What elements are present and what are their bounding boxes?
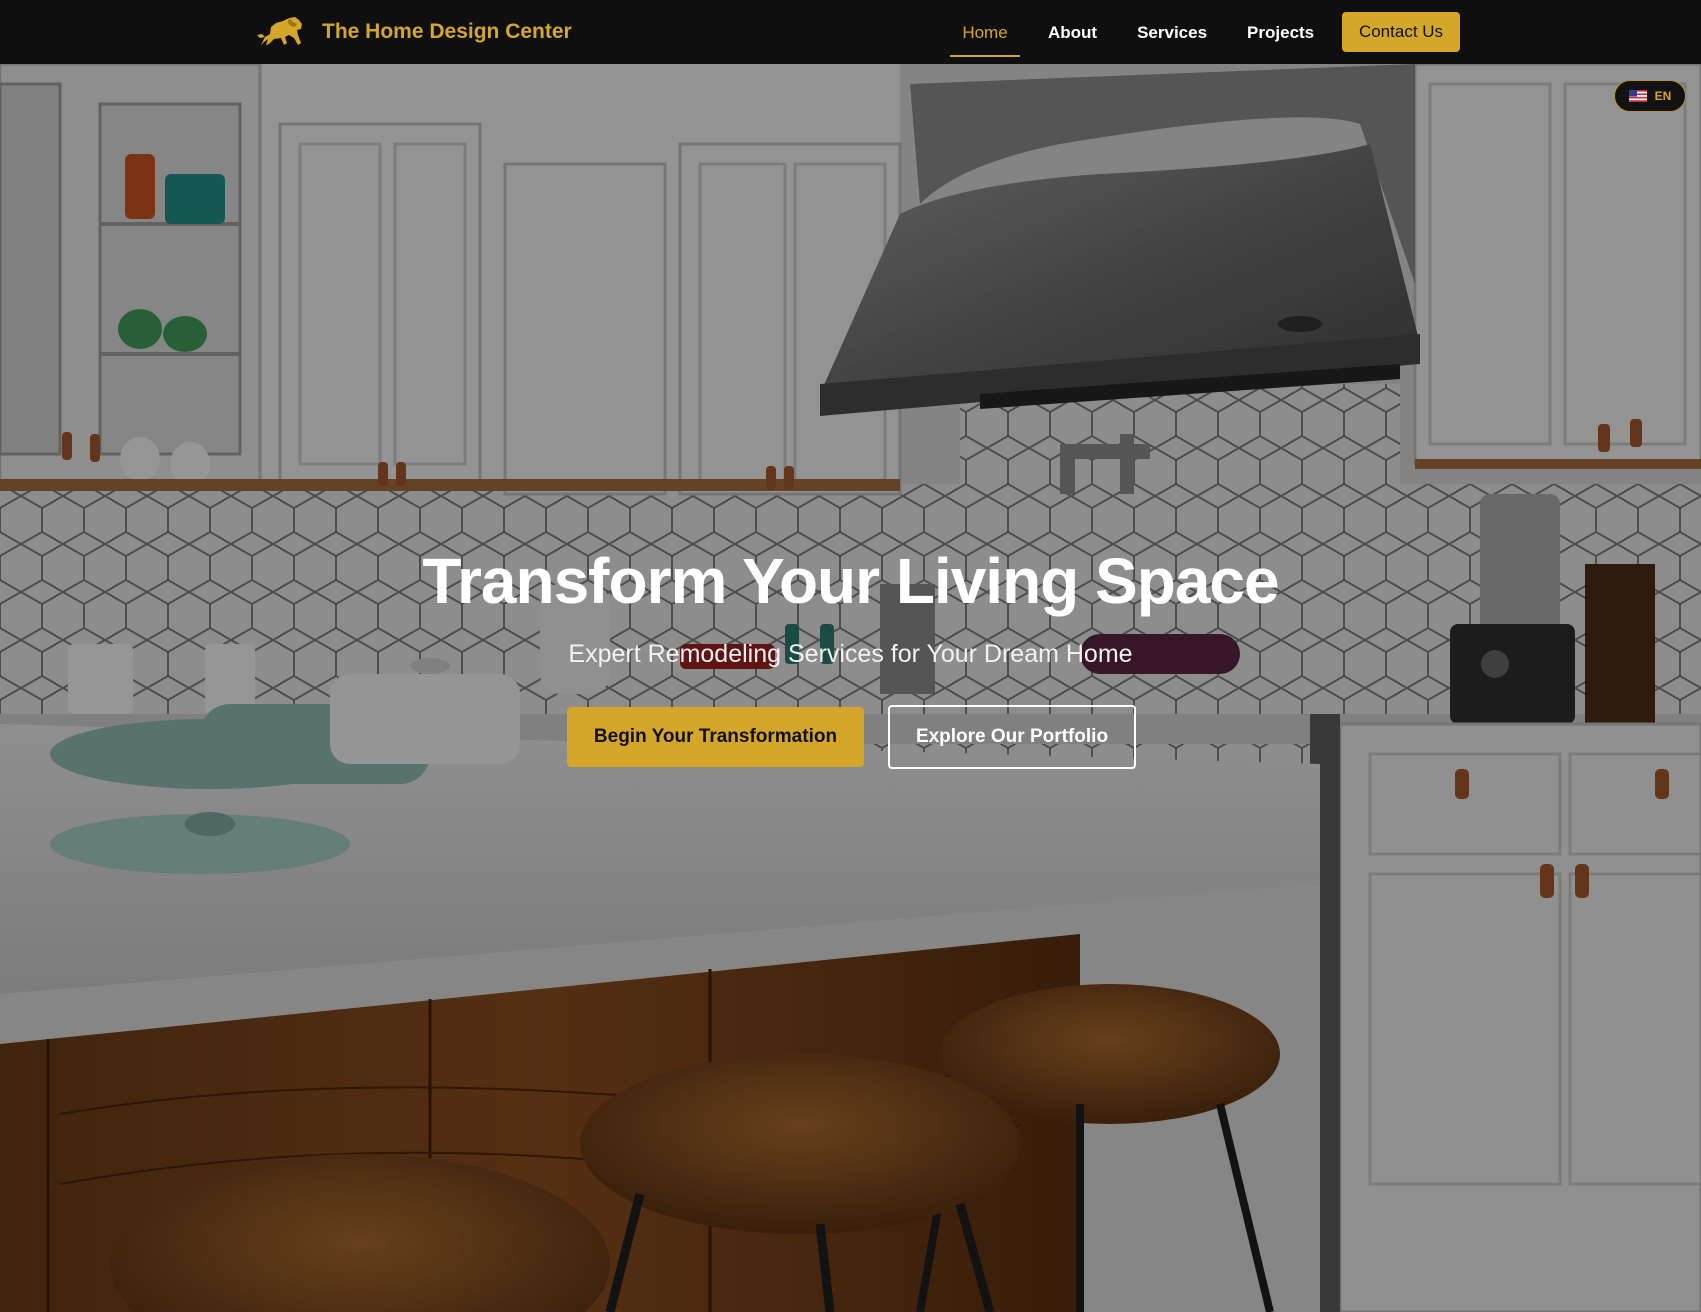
nav-projects-link[interactable]: Projects [1247, 23, 1314, 43]
explore-portfolio-button[interactable]: Explore Our Portfolio [888, 705, 1136, 769]
language-selector[interactable]: EN [1614, 80, 1686, 112]
brand[interactable]: The Home Design Center [256, 15, 572, 49]
hero-dark-overlay [0, 64, 1701, 1312]
main-nav: Home About Services Projects [950, 13, 1314, 57]
nav-about-link[interactable]: About [1048, 23, 1097, 43]
lion-icon [257, 17, 302, 45]
hero-title: Transform Your Living Space [422, 545, 1279, 617]
top-navbar: The Home Design Center Home About Servic… [0, 0, 1701, 64]
us-flag-icon [1628, 90, 1647, 102]
hero-section: EN Transform Your Living Space Expert Re… [0, 64, 1701, 1312]
brand-name: The Home Design Center [322, 20, 572, 43]
contact-us-button[interactable]: Contact Us [1342, 12, 1460, 52]
hero-subtitle: Expert Remodeling Services for Your Drea… [568, 640, 1133, 668]
begin-transformation-button[interactable]: Begin Your Transformation [567, 707, 864, 767]
nav-services-link[interactable]: Services [1137, 23, 1207, 43]
language-code: EN [1654, 89, 1672, 103]
nav-home-link[interactable]: Home [950, 23, 1020, 57]
